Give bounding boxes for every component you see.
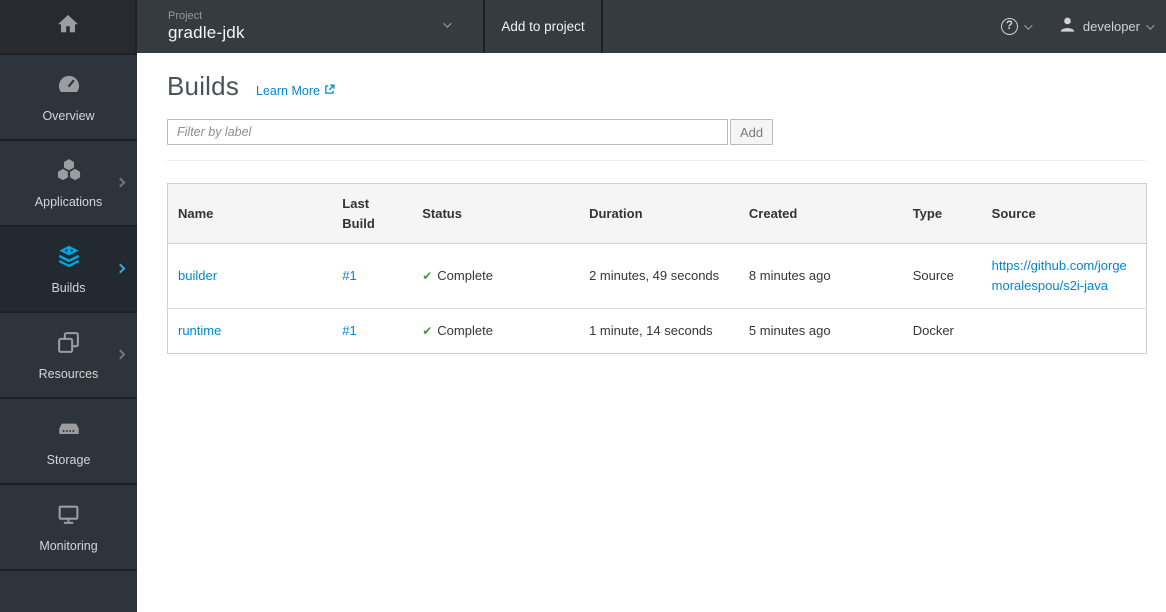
chevron-down-icon xyxy=(1146,20,1155,30)
top-bar: Project gradle-jdk Add to project ? deve… xyxy=(0,0,1166,53)
learn-more-label: Learn More xyxy=(256,84,320,98)
table-header-row: Name Last Build Status Duration Created … xyxy=(167,183,1147,244)
sidebar-item-resources[interactable]: Resources xyxy=(0,313,137,399)
sidebar-item-label: Builds xyxy=(51,281,86,295)
project-name: gradle-jdk xyxy=(168,23,245,42)
type-text: Source xyxy=(902,242,982,309)
duration-text: 1 minute, 14 seconds xyxy=(579,308,739,354)
user-menu[interactable]: developer xyxy=(1044,0,1166,53)
sidebar-item-label: Applications xyxy=(34,195,103,209)
sidebar-item-label: Resources xyxy=(38,366,99,381)
check-icon: ✔ xyxy=(422,269,433,284)
col-created: Created xyxy=(738,183,903,244)
check-icon: ✔ xyxy=(422,324,433,339)
created-text: 5 minutes ago xyxy=(738,308,903,354)
filter-input[interactable] xyxy=(167,119,728,145)
add-to-project-label: Add to project xyxy=(501,19,585,34)
sidebar-item-applications[interactable]: Applications xyxy=(0,141,137,227)
chevron-right-icon xyxy=(115,349,126,360)
sidebar-item-overview[interactable]: Overview xyxy=(0,55,137,141)
sidebar-item-builds[interactable]: Builds xyxy=(0,227,137,313)
main-content: Builds Learn More Add Name Last Build St… xyxy=(137,53,1166,612)
source-link[interactable]: https://github.com/jorgemoralespou/s2i-j… xyxy=(992,258,1127,293)
sidebar-item-label: Overview xyxy=(42,109,95,123)
sidebar-item-storage[interactable]: Storage xyxy=(0,399,137,485)
home-icon xyxy=(56,12,80,41)
build-name-link[interactable]: runtime xyxy=(178,323,221,338)
page-title: Builds xyxy=(167,71,240,101)
col-last-build: Last Build xyxy=(332,183,413,244)
sidebar-nav: Overview Applications Builds Resources S… xyxy=(0,53,137,612)
cubes-icon xyxy=(56,157,82,188)
col-duration: Duration xyxy=(579,183,739,244)
learn-more-link[interactable]: Learn More xyxy=(256,84,335,98)
sidebar-item-label: Storage xyxy=(46,453,91,467)
chevron-right-icon xyxy=(115,177,126,188)
status-text: Complete xyxy=(437,268,493,284)
builds-table: Name Last Build Status Duration Created … xyxy=(167,183,1147,355)
duration-text: 2 minutes, 49 seconds xyxy=(579,242,739,309)
storage-icon xyxy=(56,415,82,446)
add-filter-button[interactable]: Add xyxy=(730,119,774,145)
dashboard-icon xyxy=(56,71,82,102)
chevron-right-icon xyxy=(115,263,126,274)
resources-icon xyxy=(56,330,81,360)
created-text: 8 minutes ago xyxy=(738,242,903,309)
last-build-link[interactable]: #1 xyxy=(342,323,356,338)
table-row: runtime #1 ✔ Complete 1 minute, 14 second… xyxy=(167,308,1147,354)
col-source: Source xyxy=(981,183,1147,244)
filter-toolbar: Add xyxy=(167,119,1146,161)
page-header: Builds Learn More xyxy=(167,53,1146,102)
external-link-icon xyxy=(324,84,335,98)
project-selector[interactable]: Project gradle-jdk xyxy=(137,0,483,53)
sidebar-item-monitoring[interactable]: Monitoring xyxy=(0,485,137,571)
user-name: developer xyxy=(1082,19,1140,34)
add-to-project-button[interactable]: Add to project xyxy=(483,0,603,53)
help-menu[interactable]: ? xyxy=(987,0,1044,53)
builds-icon xyxy=(56,243,82,274)
chevron-down-icon xyxy=(1024,20,1033,30)
type-text: Docker xyxy=(902,308,982,354)
sidebar-item-partial xyxy=(0,571,137,598)
monitoring-icon xyxy=(56,502,81,532)
col-status: Status xyxy=(412,183,580,244)
user-icon xyxy=(1058,15,1077,39)
build-name-link[interactable]: builder xyxy=(178,268,217,283)
table-row: builder #1 ✔ Complete 2 minutes, 49 secon… xyxy=(167,242,1147,309)
project-label: Project xyxy=(168,10,203,22)
home-button[interactable] xyxy=(0,0,137,53)
col-name: Name xyxy=(167,183,333,244)
col-type: Type xyxy=(902,183,982,244)
help-icon: ? xyxy=(1000,18,1018,35)
sidebar-item-label: Monitoring xyxy=(39,538,98,553)
last-build-link[interactable]: #1 xyxy=(342,268,356,283)
status-text: Complete xyxy=(437,323,493,339)
source-empty xyxy=(981,308,1147,354)
